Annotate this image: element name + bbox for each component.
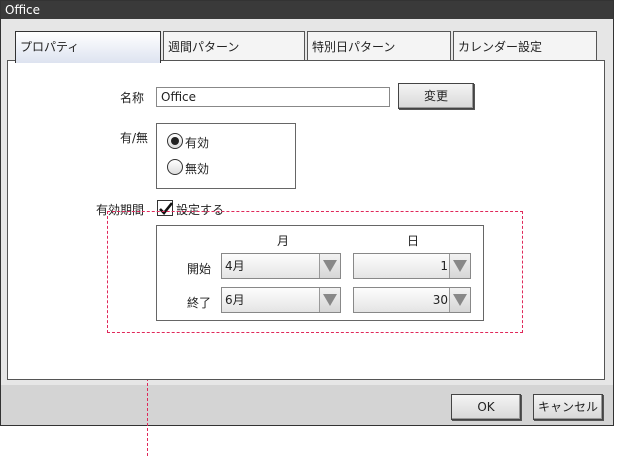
name-label: 名称 — [120, 91, 145, 105]
radio-disabled-label: 無効 — [185, 162, 210, 176]
tab-properties[interactable]: プロパティ — [15, 31, 161, 63]
radio-enabled-label: 有効 — [185, 136, 210, 150]
radio-selected-dot — [171, 137, 179, 145]
tab-special-day-pattern[interactable]: 特別日パターン — [307, 31, 451, 61]
change-button[interactable]: 変更 — [398, 83, 474, 109]
cancel-button[interactable]: キャンセル — [533, 394, 603, 420]
annotation-highlight-box — [107, 211, 523, 333]
radio-enabled[interactable] — [167, 133, 183, 149]
dialog-footer: OK キャンセル — [1, 385, 613, 425]
window-title: Office — [1, 1, 613, 19]
enabled-label: 有/無 — [120, 131, 149, 145]
name-input[interactable]: Office — [156, 87, 390, 107]
enabled-radio-group: 有効 無効 — [156, 123, 296, 189]
radio-disabled[interactable] — [167, 159, 183, 175]
tab-weekly-pattern[interactable]: 週間パターン — [163, 31, 305, 61]
tab-calendar-settings[interactable]: カレンダー設定 — [453, 31, 597, 61]
ok-button[interactable]: OK — [451, 394, 521, 420]
